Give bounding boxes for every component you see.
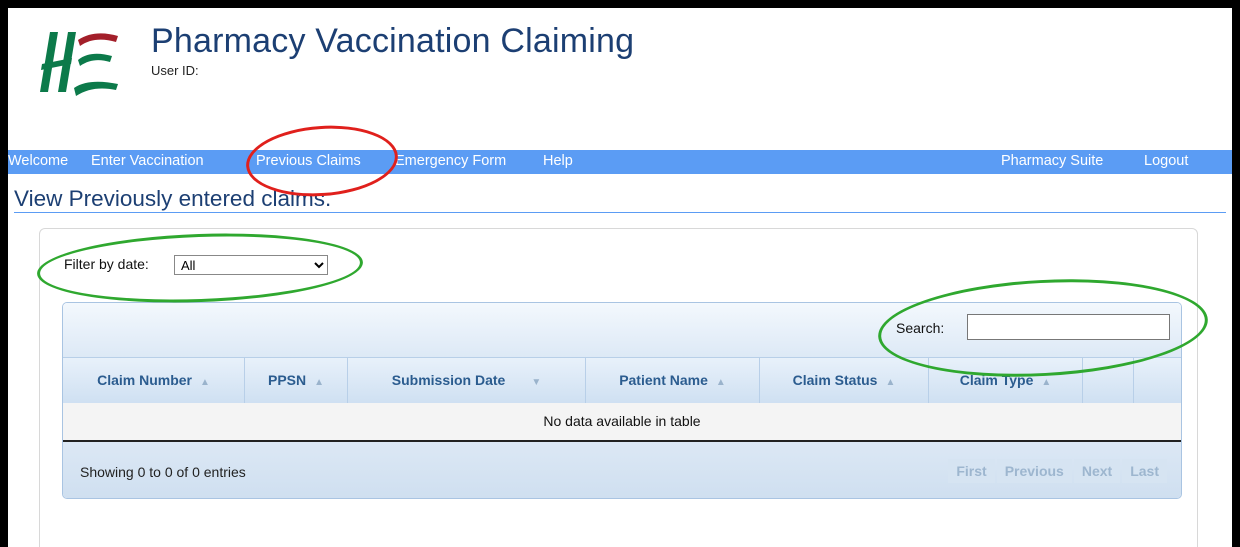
search-label: Search: <box>896 320 945 336</box>
col-extra-2[interactable] <box>1134 358 1181 403</box>
sort-up-icon: ▲ <box>715 377 726 388</box>
empty-table-message: No data available in table <box>63 403 1181 442</box>
filter-label: Filter by date: <box>64 256 149 272</box>
nav-welcome[interactable]: Welcome <box>8 153 68 169</box>
claims-table: Search: Claim Number ▲ PPSN ▲ Submission D… <box>62 302 1182 499</box>
claims-panel: Filter by date: All Search: Claim Number… <box>39 228 1198 547</box>
nav-emergency-form[interactable]: Emergency Form <box>395 153 506 169</box>
col-claim-number-label: Claim Number <box>97 372 192 388</box>
table-header: Claim Number ▲ PPSN ▲ Submission Date ▼ Pat… <box>63 357 1181 404</box>
entries-info: Showing 0 to 0 of 0 entries <box>80 464 246 480</box>
col-ppsn[interactable]: PPSN ▲ <box>245 358 348 403</box>
pager-previous-button[interactable]: Previous <box>996 459 1072 483</box>
nav-help[interactable]: Help <box>543 153 573 169</box>
sort-up-icon: ▲ <box>1041 377 1052 388</box>
heading-divider <box>14 212 1226 213</box>
nav-previous-claims[interactable]: Previous Claims <box>256 153 361 169</box>
app-title: Pharmacy Vaccination Claiming <box>151 22 635 60</box>
nav-enter-vaccination[interactable]: Enter Vaccination <box>91 153 204 169</box>
pager-next-button[interactable]: Next <box>1073 459 1121 483</box>
col-claim-status[interactable]: Claim Status ▲ <box>760 358 929 403</box>
table-footer: Showing 0 to 0 of 0 entries First Previo… <box>63 442 1181 498</box>
col-claim-number[interactable]: Claim Number ▲ <box>63 358 245 403</box>
hse-logo <box>40 32 118 96</box>
pager-first-button[interactable]: First <box>948 459 995 483</box>
col-claim-status-label: Claim Status <box>792 372 878 388</box>
col-submission-date-label: Submission Date <box>391 372 506 388</box>
table-toolbar: Search: <box>63 303 1181 357</box>
page-heading: View Previously entered claims. <box>14 186 332 211</box>
sort-up-icon: ▲ <box>314 377 325 388</box>
col-extra-1[interactable] <box>1083 358 1134 403</box>
user-id-label: User ID: <box>151 63 199 78</box>
main-nav: Welcome Enter Vaccination Previous Claim… <box>8 150 1232 174</box>
sort-up-icon: ▲ <box>885 377 896 388</box>
app-frame: Pharmacy Vaccination Claiming User ID: W… <box>8 8 1232 547</box>
col-claim-type[interactable]: Claim Type ▲ <box>929 358 1083 403</box>
col-patient-name[interactable]: Patient Name ▲ <box>586 358 760 403</box>
pager-last-button[interactable]: Last <box>1122 459 1167 483</box>
nav-pharmacy-suite[interactable]: Pharmacy Suite <box>1001 153 1103 169</box>
nav-logout[interactable]: Logout <box>1144 153 1188 169</box>
col-ppsn-label: PPSN <box>267 372 307 388</box>
col-submission-date[interactable]: Submission Date ▼ <box>348 358 586 403</box>
col-patient-name-label: Patient Name <box>619 372 708 388</box>
sort-up-icon: ▲ <box>200 377 210 388</box>
search-input[interactable] <box>967 314 1170 340</box>
filter-date-select[interactable]: All <box>174 255 328 275</box>
pagination: First Previous Next Last <box>946 459 1167 483</box>
sort-down-icon: ▼ <box>531 377 542 388</box>
col-claim-type-label: Claim Type <box>959 372 1034 388</box>
